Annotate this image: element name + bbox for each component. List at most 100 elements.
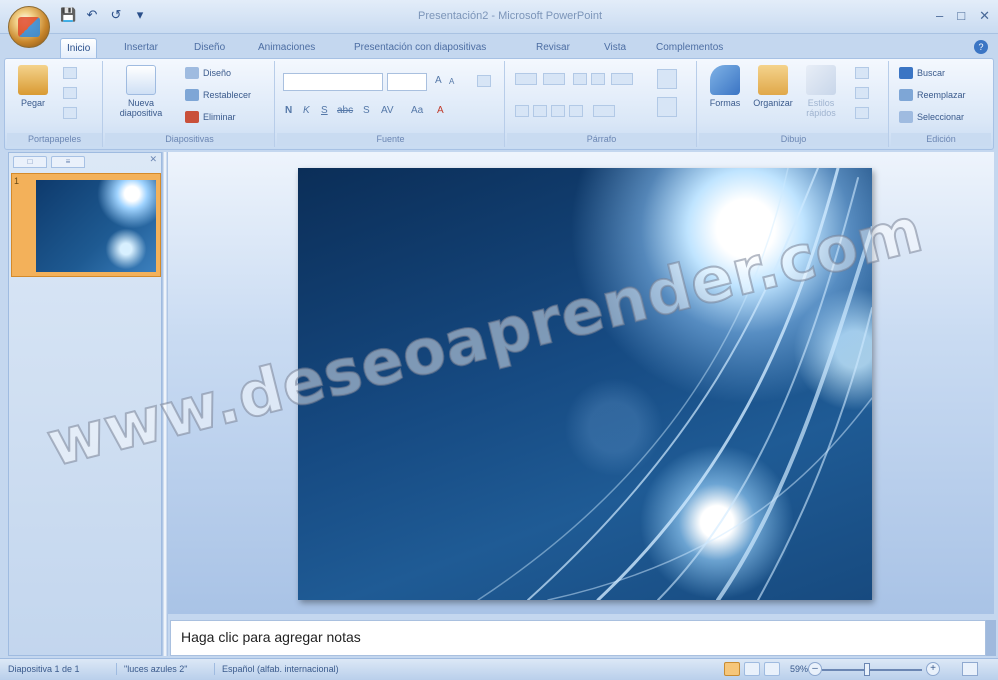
- slideshow-icon[interactable]: [764, 662, 780, 676]
- window-title: Presentación2 - Microsoft PowerPoint: [417, 10, 603, 22]
- office-button[interactable]: [8, 6, 50, 48]
- replace-icon: [899, 89, 913, 101]
- delete-slide-button[interactable]: Eliminar: [185, 109, 236, 125]
- char-spacing-button[interactable]: AV: [381, 105, 394, 116]
- cut-icon[interactable]: [63, 67, 77, 79]
- zoom-slider-thumb[interactable]: [864, 663, 870, 676]
- italic-button[interactable]: K: [303, 105, 310, 116]
- close-icon[interactable]: ✕: [979, 8, 990, 24]
- status-separator: [116, 663, 117, 675]
- bullets-icon[interactable]: [515, 73, 537, 85]
- fit-to-window-icon[interactable]: [962, 662, 978, 676]
- tab-vista[interactable]: Vista: [598, 38, 632, 58]
- numbering-icon[interactable]: [543, 73, 565, 85]
- tab-slides[interactable]: □: [13, 156, 47, 168]
- text-direction-icon[interactable]: [657, 69, 677, 89]
- reset-label: Restablecer: [203, 90, 252, 100]
- replace-button[interactable]: Reemplazar: [899, 87, 966, 103]
- group-label-fuente: Fuente: [277, 133, 504, 146]
- shape-fill-icon[interactable]: [855, 67, 869, 79]
- change-case-button[interactable]: Aa: [411, 105, 423, 116]
- new-slide-button[interactable]: Nueva diapositiva: [111, 65, 171, 118]
- arrange-button[interactable]: Organizar: [749, 65, 797, 108]
- reset-button[interactable]: Restablecer: [185, 87, 251, 103]
- shadow-button[interactable]: S: [363, 105, 370, 116]
- group-label-parrafo: Párrafo: [507, 133, 696, 146]
- help-icon[interactable]: ?: [974, 40, 988, 54]
- zoom-out-icon[interactable]: –: [808, 662, 822, 676]
- group-dibujo: Formas Organizar Estilos rápidos Dibujo: [699, 61, 889, 147]
- paste-button[interactable]: Pegar: [11, 65, 55, 108]
- shapes-button[interactable]: Formas: [703, 65, 747, 108]
- grow-font-button[interactable]: A: [435, 75, 442, 86]
- align-right-icon[interactable]: [551, 105, 565, 117]
- tab-complementos[interactable]: Complementos: [650, 38, 729, 58]
- status-bar: Diapositiva 1 de 1 "luces azules 2" Espa…: [0, 658, 998, 680]
- shapes-icon: [710, 65, 740, 95]
- line-spacing-icon[interactable]: [611, 73, 633, 85]
- slide-canvas[interactable]: [298, 168, 872, 600]
- align-text-icon[interactable]: [657, 97, 677, 117]
- customize-qat-icon[interactable]: ▾: [132, 8, 148, 22]
- columns-icon[interactable]: [593, 105, 615, 117]
- underline-button[interactable]: S: [321, 105, 328, 116]
- tab-insertar[interactable]: Insertar: [118, 38, 164, 58]
- find-button[interactable]: Buscar: [899, 65, 945, 81]
- align-left-icon[interactable]: [515, 105, 529, 117]
- arrange-label: Organizar: [753, 98, 793, 108]
- group-parrafo: Párrafo: [507, 61, 697, 147]
- tab-presentacion[interactable]: Presentación con diapositivas: [348, 38, 492, 58]
- shape-effects-icon[interactable]: [855, 107, 869, 119]
- select-button[interactable]: Seleccionar: [899, 109, 964, 125]
- layout-button[interactable]: Diseño: [185, 65, 231, 81]
- minimize-icon[interactable]: –: [936, 8, 943, 24]
- tab-diseno[interactable]: Diseño: [188, 38, 231, 58]
- pane-tabs: □ ≡: [13, 155, 159, 169]
- font-family-field[interactable]: [283, 73, 383, 91]
- bold-button[interactable]: N: [285, 105, 292, 116]
- zoom-level[interactable]: 59%: [790, 664, 808, 674]
- replace-label: Reemplazar: [917, 90, 966, 100]
- clear-format-icon[interactable]: [477, 75, 491, 87]
- pane-close-icon[interactable]: ✕: [149, 154, 157, 165]
- format-painter-icon[interactable]: [63, 107, 77, 119]
- layout-icon: [185, 67, 199, 79]
- maximize-icon[interactable]: □: [957, 8, 965, 24]
- shape-outline-icon[interactable]: [855, 87, 869, 99]
- strikethrough-button[interactable]: abc: [337, 105, 353, 116]
- group-diapositivas: Nueva diapositiva Diseño Restablecer Eli…: [105, 61, 275, 147]
- tab-inicio[interactable]: Inicio: [60, 38, 98, 58]
- group-label-portapapeles: Portapapeles: [7, 133, 102, 146]
- view-buttons: [724, 662, 780, 676]
- normal-view-icon[interactable]: [724, 662, 740, 676]
- notes-pane[interactable]: Haga clic para agregar notas: [170, 620, 986, 656]
- slide-number: 1: [14, 176, 20, 186]
- align-center-icon[interactable]: [533, 105, 547, 117]
- redo-icon[interactable]: ↺: [108, 8, 124, 22]
- theme-name[interactable]: "luces azules 2": [124, 664, 187, 674]
- zoom-in-icon[interactable]: +: [926, 662, 940, 676]
- title-bar: 💾 ↶ ↺ ▾ Presentación2 - Microsoft PowerP…: [0, 0, 998, 34]
- decrease-indent-icon[interactable]: [573, 73, 587, 85]
- font-size-field[interactable]: [387, 73, 427, 91]
- tab-animaciones[interactable]: Animaciones: [252, 38, 321, 58]
- tab-revisar[interactable]: Revisar: [530, 38, 576, 58]
- status-separator: [214, 663, 215, 675]
- quick-styles-button[interactable]: Estilos rápidos: [801, 65, 841, 118]
- slide-thumbnail[interactable]: 1: [11, 173, 161, 277]
- shrink-font-button[interactable]: A: [449, 77, 454, 86]
- save-icon[interactable]: 💾: [60, 8, 76, 22]
- delete-slide-icon: [185, 111, 199, 123]
- copy-icon[interactable]: [63, 87, 77, 99]
- reset-icon: [185, 89, 199, 101]
- language[interactable]: Español (alfab. internacional): [222, 664, 339, 674]
- slide-sorter-icon[interactable]: [744, 662, 760, 676]
- justify-icon[interactable]: [569, 105, 583, 117]
- zoom-slider[interactable]: [822, 669, 922, 671]
- tab-outline[interactable]: ≡: [51, 156, 85, 168]
- notes-scrollbar[interactable]: [986, 620, 996, 656]
- font-color-button[interactable]: A: [437, 105, 444, 116]
- office-logo-icon: [18, 17, 40, 37]
- increase-indent-icon[interactable]: [591, 73, 605, 85]
- undo-icon[interactable]: ↶: [84, 8, 100, 22]
